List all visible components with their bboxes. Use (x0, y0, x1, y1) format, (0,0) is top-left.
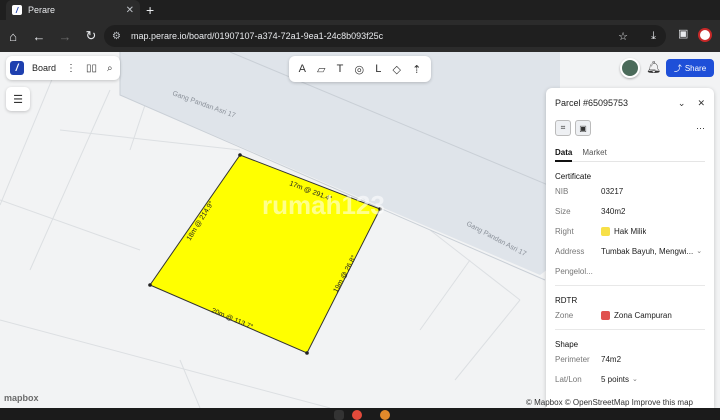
field-value: Zona Campuran (614, 310, 672, 320)
avatar[interactable] (620, 58, 640, 78)
panel-tabs: Data Market (555, 148, 705, 162)
measure-tool-icon[interactable]: L (375, 63, 381, 75)
tab-market[interactable]: Market (582, 148, 606, 161)
field-row: Zone Zona Campuran (555, 305, 705, 325)
search-icon[interactable]: ⌕ (107, 63, 113, 74)
new-tab-button[interactable]: + (146, 2, 154, 18)
perare-logo-icon[interactable]: / (10, 61, 24, 75)
field-label: NIB (555, 186, 569, 196)
tab-data[interactable]: Data (555, 148, 573, 162)
url-text: map.perare.io/board/01907107-a374-72a1-9… (130, 31, 384, 41)
home-icon[interactable]: ⌂ (0, 29, 26, 44)
field-value: Hak Milik (614, 226, 647, 236)
note-tool-icon[interactable]: ▱ (317, 63, 325, 76)
pen-tool-icon[interactable]: A (299, 63, 306, 75)
pin-tool-icon[interactable]: ◎ (355, 63, 365, 76)
back-icon[interactable]: ← (26, 29, 52, 44)
taskbar-app-icon[interactable] (352, 410, 362, 420)
field-row: Perimeter 74m2 (555, 349, 705, 369)
field-value-wrap: Hak Milik (601, 226, 647, 236)
bookmark-star-icon[interactable]: ☆ (618, 30, 628, 43)
tab-title: Perare (28, 5, 56, 15)
chevron-down-icon[interactable]: ⌄ (632, 375, 638, 383)
reload-icon[interactable]: ↻ (78, 28, 104, 44)
field-label: Address (555, 246, 585, 256)
board-label[interactable]: Board (32, 63, 56, 73)
map-attribution[interactable]: © Mapbox © OpenStreetMap Improve this ma… (526, 398, 693, 407)
panel-title: Parcel #65095753 (555, 98, 629, 108)
field-value-wrap[interactable]: 5 points ⌄ (601, 375, 638, 384)
field-value: Tumbak Bayuh, Mengwi... (601, 246, 694, 256)
bell-icon[interactable]: 🔔︎ (646, 60, 661, 74)
forward-icon[interactable]: → (52, 29, 78, 44)
parcel-panel: Parcel #65095753 ⌄ ✕ ⌗ ▣ ⋯ Data Market C… (546, 88, 714, 408)
profile-avatar[interactable] (698, 28, 712, 42)
chevron-down-icon[interactable]: ⌄ (678, 98, 686, 109)
section-heading: Certificate (555, 172, 592, 181)
taskbar-app-icon[interactable] (334, 410, 344, 420)
download-icon[interactable]: ⤓ (651, 30, 656, 43)
zone-color-swatch (601, 310, 610, 320)
panel-actions: ⌗ ▣ ⋯ (555, 120, 705, 136)
field-value: 340m2 (601, 206, 626, 216)
image-icon[interactable]: ▣ (575, 120, 591, 136)
close-icon[interactable]: ✕ (697, 98, 705, 109)
close-tab-icon[interactable]: ✕ (126, 5, 134, 16)
board-menu: / Board ⋮ ▯▯ ⌕ (6, 56, 120, 80)
field-row: NIB 03217 (555, 181, 705, 201)
perare-favicon-icon: / (12, 5, 22, 15)
drawing-toolbar: A ▱ T ◎ L ◇ ⇡ (289, 56, 431, 82)
share-button[interactable]: ⤴ Share (666, 59, 714, 77)
field-row: Right Hak Milik (555, 221, 705, 241)
field-row[interactable]: Address Tumbak Bayuh, Mengwi... ⌄ (555, 241, 705, 261)
field-value-wrap[interactable]: Tumbak Bayuh, Mengwi... ⌄ (601, 247, 702, 256)
field-value: 5 points (601, 374, 630, 384)
mapbox-logo[interactable]: mapbox (4, 393, 39, 403)
address-bar[interactable]: ⚙ map.perare.io/board/01907107-a374-72a1… (104, 25, 666, 47)
divider (555, 329, 705, 330)
field-label: Pengelol... (555, 266, 593, 276)
site-info-icon[interactable]: ⚙ (112, 31, 121, 42)
text-tool-icon[interactable]: T (337, 63, 344, 75)
shape-tool-icon[interactable]: ◇ (393, 63, 401, 76)
field-label: Size (555, 206, 571, 216)
section-heading: Shape (555, 340, 579, 349)
more-vertical-icon[interactable]: ⋮ (66, 63, 76, 74)
field-label: Right (555, 226, 574, 236)
taskbar-app-icon[interactable] (380, 410, 390, 420)
select-parcel-icon[interactable]: ⌗ (555, 120, 571, 136)
field-value-wrap: Zona Campuran (601, 310, 672, 320)
chevron-down-icon[interactable]: ⌄ (696, 247, 702, 255)
tab-strip: / Perare ✕ + (0, 0, 720, 20)
field-label: Lat/Lon (555, 374, 582, 384)
panel-header: Parcel #65095753 ⌄ ✕ (555, 96, 705, 110)
watermark-logo: rumah123 (262, 190, 385, 220)
more-horizontal-icon[interactable]: ⋯ (696, 123, 705, 134)
section-heading: RDTR (555, 296, 578, 305)
book-icon[interactable]: ▯▯ (86, 63, 97, 74)
field-label: Perimeter (555, 354, 590, 364)
extensions-icon[interactable]: ▣ (678, 27, 688, 40)
right-color-swatch (601, 226, 610, 236)
field-row[interactable]: Lat/Lon 5 points ⌄ (555, 369, 705, 389)
field-row: Size 340m2 (555, 201, 705, 221)
upload-tool-icon[interactable]: ⇡ (412, 63, 421, 76)
field-label: Zone (555, 310, 574, 320)
layers-list-icon[interactable]: ☰ (6, 87, 30, 111)
share-icon: ⤴ (673, 63, 682, 73)
divider (555, 285, 705, 286)
field-value: 03217 (601, 186, 624, 196)
browser-tab[interactable]: / Perare ✕ (6, 0, 140, 20)
field-value: 74m2 (601, 354, 622, 364)
share-label: Share (684, 63, 707, 73)
field-row: Pengelol... (555, 261, 705, 281)
